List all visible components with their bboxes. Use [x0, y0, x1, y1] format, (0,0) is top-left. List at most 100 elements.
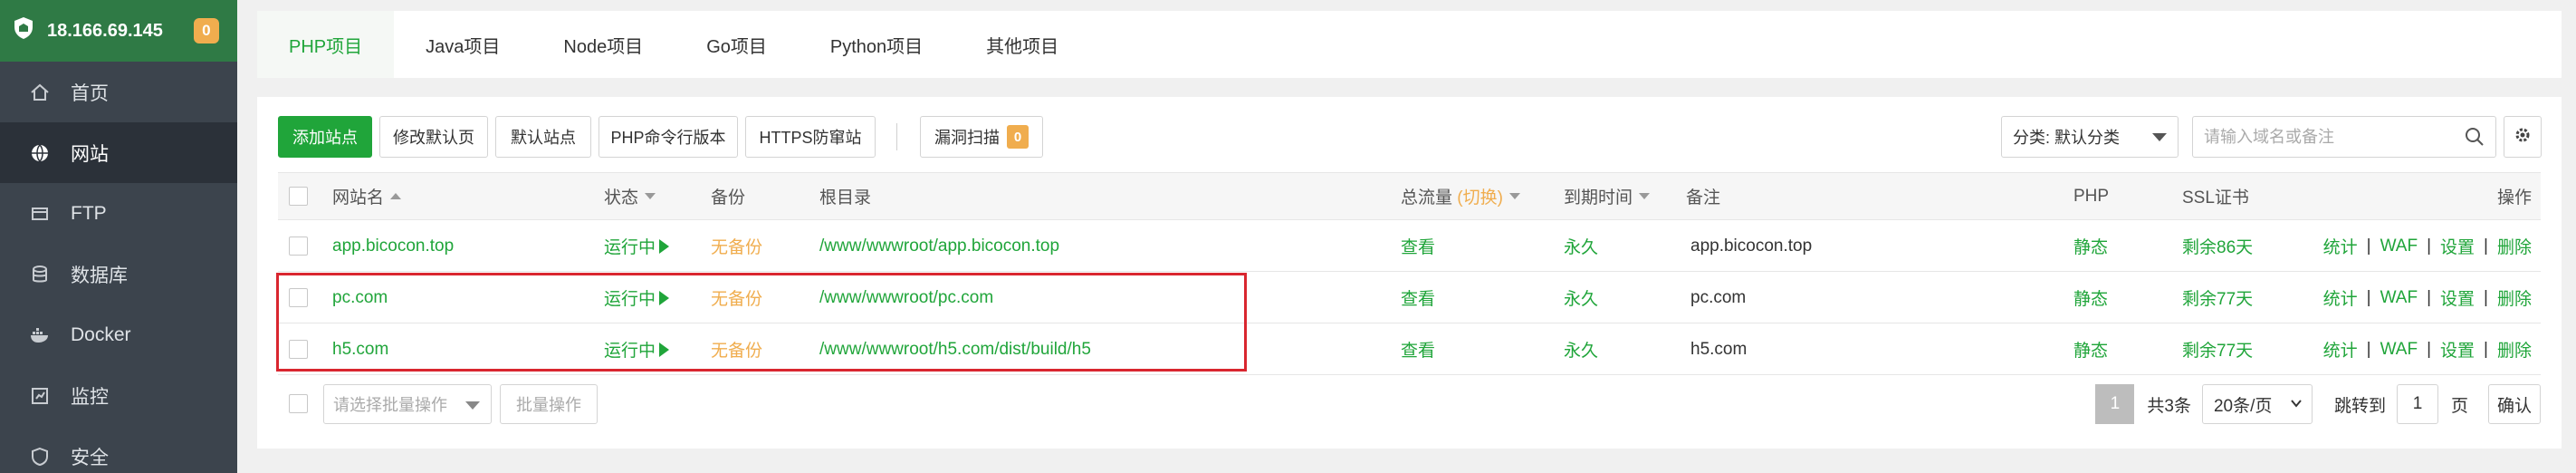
ssl-link[interactable]: 剩余77天	[2182, 273, 2253, 323]
sidebar-item-label: Docker	[71, 323, 131, 345]
search-input[interactable]	[2204, 127, 2430, 147]
backup-link[interactable]: 无备份	[711, 324, 762, 374]
php-version-link[interactable]: 静态	[2073, 324, 2108, 374]
php-cli-version-button[interactable]: PHP命令行版本	[599, 116, 738, 158]
php-version-link[interactable]: 静态	[2073, 221, 2108, 271]
page-size-select[interactable]: 20条/页	[2201, 384, 2313, 424]
server-ip[interactable]: 18.166.69.145	[47, 21, 163, 42]
edit-default-page-button[interactable]: 修改默认页	[379, 116, 488, 158]
page-current[interactable]: 1	[2095, 384, 2135, 424]
site-table: 网站名 状态 备份 根目录 总流量 (切换) 到期时间 备注 PHP SSL证书…	[278, 172, 2541, 375]
sidebar-item-database[interactable]: 数据库	[0, 244, 237, 304]
traffic-view-link[interactable]: 查看	[1401, 273, 1435, 323]
settings-button[interactable]	[2504, 116, 2542, 158]
footer-select-all-checkbox[interactable]	[289, 394, 308, 413]
settings-link[interactable]: 设置	[2440, 234, 2475, 258]
header-status[interactable]: 状态	[604, 173, 656, 219]
stats-link[interactable]: 统计	[2323, 337, 2358, 362]
backup-link[interactable]: 无备份	[711, 273, 762, 323]
stats-link[interactable]: 统计	[2323, 234, 2358, 258]
jump-page-input[interactable]: 1	[2396, 384, 2438, 424]
https-protection-button[interactable]: HTTPS防窜站	[745, 116, 876, 158]
row-checkbox[interactable]	[289, 273, 308, 323]
traffic-view-link[interactable]: 查看	[1401, 324, 1435, 374]
root-dir-link[interactable]: /www/wwwroot/pc.com	[819, 273, 993, 323]
note-field[interactable]: app.bicocon.top	[1690, 221, 1812, 271]
traffic-view-link[interactable]: 查看	[1401, 221, 1435, 271]
site-name-link[interactable]: app.bicocon.top	[332, 221, 454, 271]
play-icon	[659, 238, 670, 254]
header-expire[interactable]: 到期时间	[1564, 173, 1651, 219]
expire-link[interactable]: 永久	[1564, 221, 1598, 271]
header-expire-label: 到期时间	[1564, 188, 1633, 208]
default-site-button[interactable]: 默认站点	[495, 116, 591, 158]
gear-icon	[2514, 126, 2532, 149]
root-dir-link[interactable]: /www/wwwroot/h5.com/dist/build/h5	[819, 324, 1091, 374]
sidebar-item-label: 首页	[71, 82, 109, 104]
sidebar-item-ftp[interactable]: FTP	[0, 183, 237, 244]
category-select[interactable]: 分类: 默认分类	[2001, 116, 2179, 158]
settings-link[interactable]: 设置	[2440, 285, 2475, 310]
stats-link[interactable]: 统计	[2323, 285, 2358, 310]
tab-other[interactable]: 其他项目	[954, 11, 1090, 78]
expire-link[interactable]: 永久	[1564, 273, 1598, 323]
sidebar-item-website[interactable]: 网站	[0, 122, 237, 183]
batch-operation-select[interactable]: 请选择批量操作	[323, 384, 492, 424]
row-checkbox[interactable]	[289, 221, 308, 271]
status-toggle[interactable]: 运行中	[604, 273, 670, 323]
row-actions: 统计 | WAF | 设置 | 删除	[2323, 273, 2532, 323]
sidebar-item-monitor[interactable]: 监控	[0, 365, 237, 426]
table-footer: 请选择批量操作 批量操作 1 共3条 20条/页 跳转到 1 页 确认	[278, 384, 2541, 426]
header-ssl: SSL证书	[2182, 188, 2249, 208]
table-row: pc.com 运行中 无备份 /www/wwwroot/pc.com 查看 永久…	[278, 273, 2541, 323]
delete-link[interactable]: 删除	[2497, 234, 2532, 258]
category-select-value: 分类: 默认分类	[2013, 129, 2121, 147]
sidebar-item-docker[interactable]: Docker	[0, 304, 237, 365]
add-site-button[interactable]: 添加站点	[278, 116, 372, 158]
settings-link[interactable]: 设置	[2440, 337, 2475, 362]
tab-go[interactable]: Go项目	[675, 11, 799, 78]
header-actions: 操作	[2496, 188, 2532, 208]
note-field[interactable]: pc.com	[1690, 273, 1746, 323]
traffic-toggle-link[interactable]: (切换)	[1457, 184, 1503, 208]
row-actions: 统计 | WAF | 设置 | 删除	[2323, 221, 2532, 271]
expire-link[interactable]: 永久	[1564, 324, 1598, 374]
vuln-scan-label: 漏洞扫描	[934, 129, 1000, 147]
waf-link[interactable]: WAF	[2380, 288, 2418, 308]
tab-node[interactable]: Node项目	[531, 11, 675, 78]
tab-java[interactable]: Java项目	[394, 11, 531, 78]
waf-link[interactable]: WAF	[2380, 236, 2418, 256]
site-name-link[interactable]: h5.com	[332, 324, 388, 374]
table-row: app.bicocon.top 运行中 无备份 /www/wwwroot/app…	[278, 221, 2541, 272]
sidebar-item-security[interactable]: 安全	[0, 426, 237, 473]
php-version-link[interactable]: 静态	[2073, 273, 2108, 323]
status-toggle[interactable]: 运行中	[604, 221, 670, 271]
waf-link[interactable]: WAF	[2380, 340, 2418, 360]
server-shield-icon	[13, 16, 34, 45]
sidebar-item-home[interactable]: 首页	[0, 62, 237, 122]
checkbox-box	[289, 340, 308, 359]
batch-operation-button[interactable]: 批量操作	[500, 384, 598, 424]
globe-icon	[29, 142, 51, 164]
site-name-link[interactable]: pc.com	[332, 273, 388, 323]
header-traffic[interactable]: 总流量 (切换)	[1401, 173, 1520, 219]
tab-python[interactable]: Python项目	[799, 11, 954, 78]
header-name[interactable]: 网站名	[332, 173, 402, 219]
delete-link[interactable]: 删除	[2497, 285, 2532, 310]
total-count: 共3条	[2147, 396, 2191, 416]
select-all-checkbox[interactable]	[289, 173, 308, 219]
row-checkbox[interactable]	[289, 324, 308, 374]
ssl-link[interactable]: 剩余86天	[2182, 221, 2253, 271]
vuln-scan-button[interactable]: 漏洞扫描 0	[920, 116, 1043, 158]
ssl-link[interactable]: 剩余77天	[2182, 324, 2253, 374]
delete-link[interactable]: 删除	[2497, 337, 2532, 362]
status-toggle[interactable]: 运行中	[604, 324, 670, 374]
checkbox-box	[289, 236, 308, 256]
note-field[interactable]: h5.com	[1690, 324, 1747, 374]
backup-link[interactable]: 无备份	[711, 221, 762, 271]
root-dir-link[interactable]: /www/wwwroot/app.bicocon.top	[819, 221, 1059, 271]
notification-badge[interactable]: 0	[193, 18, 219, 43]
search-icon[interactable]	[2465, 127, 2485, 151]
jump-confirm-button[interactable]: 确认	[2488, 384, 2541, 424]
tab-php[interactable]: PHP项目	[257, 11, 395, 78]
